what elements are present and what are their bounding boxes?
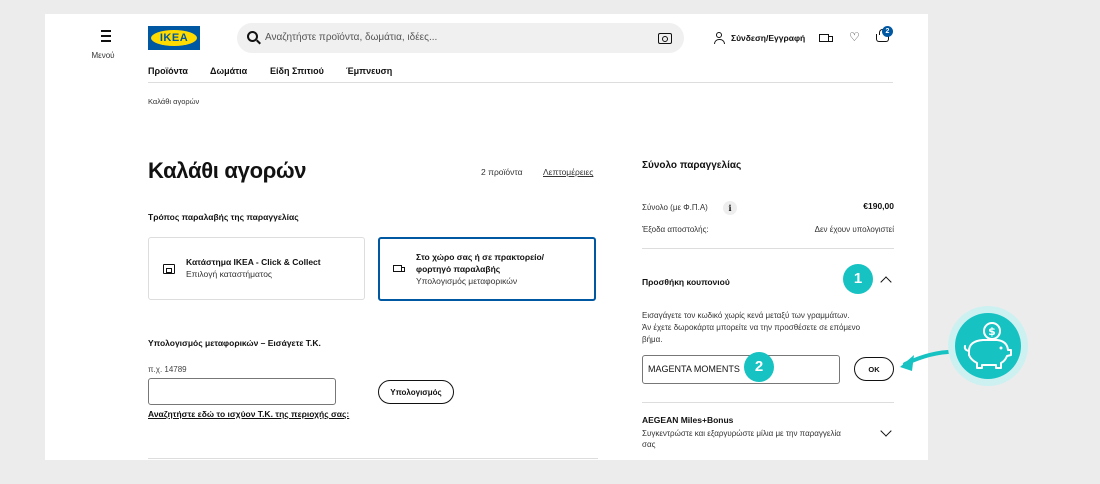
pointer-arrow xyxy=(900,349,962,371)
piggy-bank-coin-icon: $ xyxy=(955,313,1021,379)
svg-text:$: $ xyxy=(988,325,996,338)
